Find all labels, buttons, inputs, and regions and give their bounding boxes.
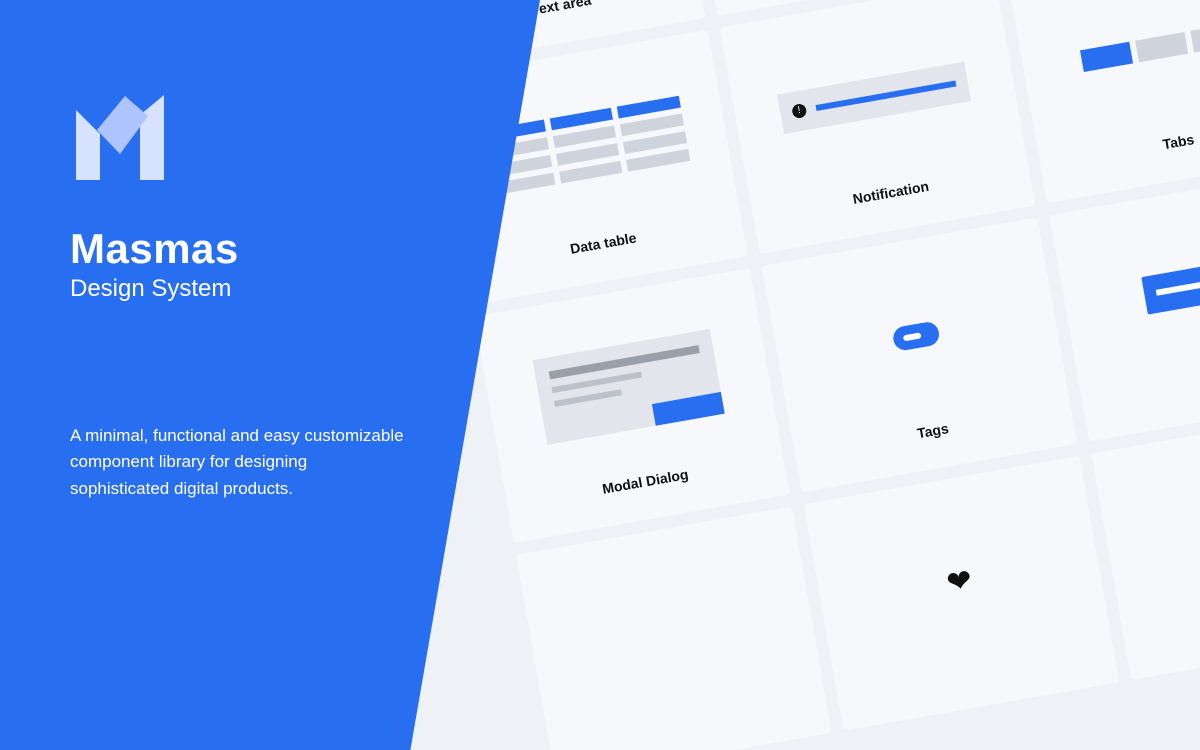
heart-icon: ❤ — [828, 484, 1092, 680]
notification-icon: ! — [744, 7, 1005, 188]
hero-blurb: A minimal, functional and easy customiza… — [70, 423, 410, 502]
component-card-tabs[interactable]: Tabs — [1007, 0, 1200, 203]
card-label: Modal Dialog — [601, 466, 690, 497]
component-card-blank[interactable] — [516, 506, 832, 750]
component-card-like[interactable]: ❤ — [804, 456, 1120, 731]
hero-panel: Masmas Design System A minimal, function… — [0, 0, 540, 750]
component-card-notification[interactable]: ! Notification — [720, 0, 1036, 254]
modal-icon — [498, 296, 759, 477]
component-card-tooltip[interactable]: To — [1049, 167, 1200, 442]
masmas-logo — [70, 90, 170, 190]
tooltip-icon — [1073, 195, 1200, 376]
tag-icon — [786, 245, 1047, 426]
hero-title: Masmas — [70, 225, 470, 273]
component-card-tags[interactable]: Tags — [762, 217, 1078, 492]
tabs-icon — [1031, 0, 1200, 137]
card-label: Tags — [916, 420, 950, 441]
hero-subtitle: Design System — [70, 275, 470, 303]
component-card-modal[interactable]: Modal Dialog — [474, 268, 790, 543]
card-label: Data table — [569, 229, 638, 256]
alert-icon: ! — [791, 102, 807, 118]
card-label: Tabs — [1161, 131, 1195, 152]
card-label: Notification — [851, 178, 930, 207]
